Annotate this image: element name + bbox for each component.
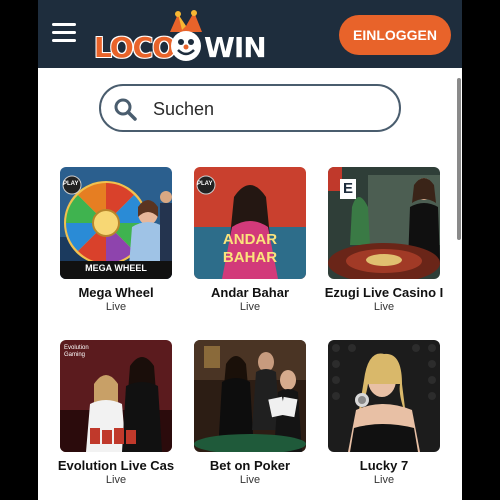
app-screen: LOCO WIN EINLOGGEN Suchen PLAY MEGA WHEE… [38,0,462,500]
jester-mascot-icon [170,10,202,61]
tile-caption-2: BAHAR [222,249,278,266]
evolution-logo: Evolution Gaming [64,345,89,358]
tile-caption-1: ANDAR [222,231,278,248]
search-icon [114,98,137,121]
game-tile-evolution-live-casino[interactable]: Evolution Gaming [60,340,172,452]
game-title[interactable]: Evolution Live Cas [46,458,186,473]
search-input[interactable] [151,94,385,124]
game-title[interactable]: Ezugi Live Casino I [314,285,454,300]
game-title[interactable]: Andar Bahar [180,285,320,300]
locowin-logo[interactable]: LOCO WIN [94,10,267,64]
game-tile-ezugi-live-casino[interactable]: E [328,167,440,279]
login-button[interactable]: EINLOGGEN [339,15,451,55]
tile-caption: MEGA WHEEL [85,263,147,273]
game-status: Live [105,301,127,313]
game-status: Live [239,474,261,486]
game-status: Live [373,474,395,486]
game-status: Live [105,474,127,486]
game-tile-mega-wheel[interactable]: PLAY MEGA WHEEL [60,167,172,279]
game-tile-andar-bahar[interactable]: PLAY ANDAR BAHAR [194,167,306,279]
search-bar[interactable] [99,84,401,132]
play-badge: PLAY [197,181,213,187]
ezugi-badge: E [343,180,354,197]
game-title[interactable]: Lucky 7 [314,458,454,473]
game-tile-bet-on-poker[interactable] [194,340,306,452]
game-tile-lucky-7[interactable] [328,340,440,452]
logo-loco-text: LOCO [94,31,176,64]
game-title[interactable]: Bet on Poker [180,458,320,473]
top-header: LOCO WIN EINLOGGEN [38,0,462,68]
vertical-scrollbar[interactable] [457,78,461,240]
play-badge: PLAY [63,181,79,187]
game-status: Live [239,301,261,313]
hamburger-menu-icon[interactable] [52,22,76,44]
game-title[interactable]: Mega Wheel [46,285,186,300]
logo-win-text: WIN [204,31,267,64]
game-status: Live [373,301,395,313]
